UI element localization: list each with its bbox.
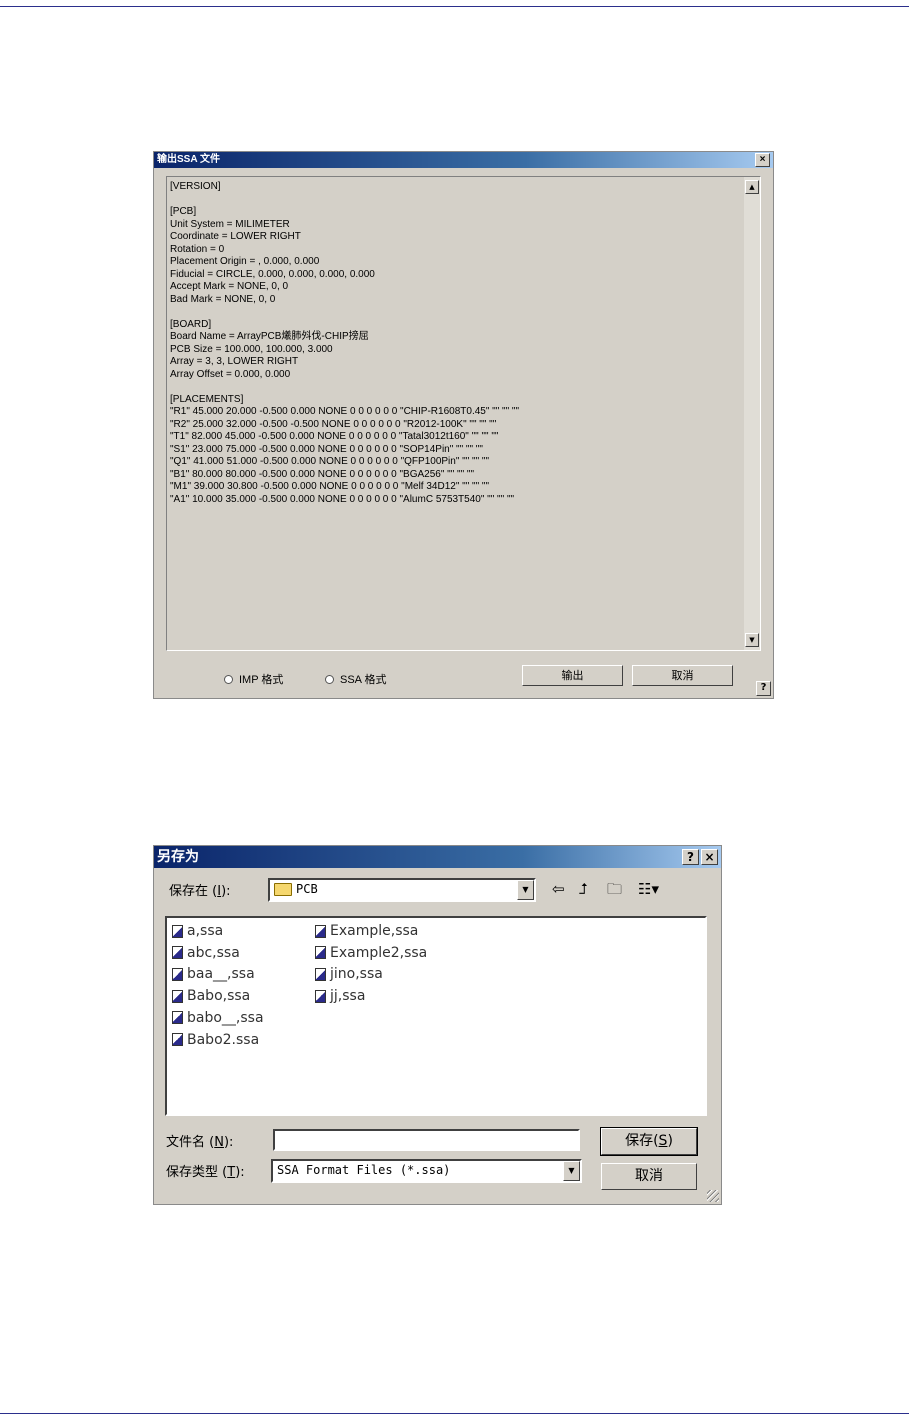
top-rule	[0, 6, 909, 7]
ssa-file-icon	[315, 989, 326, 1003]
file-item[interactable]: Babo,ssa	[172, 988, 250, 1004]
bottom-rule	[0, 1413, 909, 1414]
ssa-format-radio[interactable]: SSA 格式	[325, 671, 386, 687]
file-name: jino,ssa	[330, 966, 383, 983]
help-icon[interactable]: ?	[682, 849, 699, 865]
help-icon[interactable]: ?	[756, 681, 771, 696]
file-name: Babo2.ssa	[187, 1031, 260, 1048]
file-name: Babo,ssa	[187, 988, 251, 1005]
file-item[interactable]: Babo2.ssa	[172, 1032, 259, 1048]
file-item[interactable]: Example2,ssa	[315, 945, 427, 961]
filename-input[interactable]	[273, 1129, 580, 1151]
export-dialog-title: 输出SSA 文件	[157, 154, 220, 165]
file-name: Example2,ssa	[330, 944, 428, 961]
filename-label: 文件名 (N):	[166, 1135, 234, 1150]
output-button[interactable]: 输出	[522, 665, 623, 686]
save-dialog-titlebar: 另存为 ? ×	[154, 846, 721, 868]
file-item[interactable]: jino,ssa	[315, 966, 383, 982]
cancel-button[interactable]: 取消	[601, 1163, 697, 1190]
close-icon[interactable]: ×	[701, 849, 718, 865]
ssa-format-label: SSA 格式	[340, 674, 387, 686]
imp-format-label: IMP 格式	[239, 674, 284, 686]
cancel-button[interactable]: 取消	[632, 665, 733, 686]
radio-icon	[325, 674, 334, 684]
vertical-scrollbar[interactable]: ▲ ▼	[744, 177, 760, 650]
save-as-dialog: 另存为 ? × 保存在 (I): PCB ▼ ⇦ ⮥ 🗀 ☷▾ a,ssa abc…	[153, 845, 722, 1205]
file-name: baa__,ssa	[187, 966, 255, 983]
radio-icon	[224, 674, 233, 684]
resize-grip[interactable]	[707, 1190, 719, 1202]
filetype-select[interactable]: SSA Format Files (*.ssa) ▼	[271, 1159, 582, 1183]
ssa-preview-textarea[interactable]: [VERSION] [PCB] Unit System = MILIMETER …	[166, 176, 761, 651]
ssa-file-icon	[315, 946, 326, 960]
ssa-file-icon	[172, 967, 183, 981]
ssa-file-icon	[172, 924, 183, 938]
save-dialog-title: 另存为	[157, 849, 199, 865]
save-button[interactable]: 保存(S)	[600, 1127, 698, 1156]
file-item[interactable]: abc,ssa	[172, 945, 240, 961]
file-item[interactable]: baa__,ssa	[172, 966, 255, 982]
filetype-value: SSA Format Files (*.ssa)	[277, 1163, 451, 1177]
file-name: abc,ssa	[187, 944, 240, 961]
ssa-file-icon	[172, 1011, 183, 1025]
scroll-up-icon[interactable]: ▲	[745, 180, 759, 194]
save-in-select[interactable]: PCB ▼	[268, 878, 536, 902]
file-name: jj,ssa	[330, 988, 366, 1005]
filetype-label: 保存类型 (T):	[166, 1165, 245, 1180]
file-item[interactable]: a,ssa	[172, 923, 223, 939]
ssa-file-icon	[172, 989, 183, 1003]
export-dialog-titlebar: 输出SSA 文件 ×	[154, 152, 773, 168]
save-in-value: PCB	[296, 882, 318, 896]
file-list[interactable]: a,ssa abc,ssa baa__,ssa Babo,ssa babo__,ssa B…	[165, 916, 707, 1116]
export-ssa-dialog: 输出SSA 文件 × [VERSION] [PCB] Unit System =…	[153, 151, 774, 699]
file-item[interactable]: jj,ssa	[315, 988, 365, 1004]
ssa-file-icon	[172, 946, 183, 960]
close-icon[interactable]: ×	[755, 153, 770, 167]
ssa-file-icon	[315, 967, 326, 981]
ssa-preview-text: [VERSION] [PCB] Unit System = MILIMETER …	[170, 181, 520, 505]
back-arrow-icon[interactable]: ⇦	[552, 881, 565, 897]
up-folder-icon[interactable]: ⮥	[579, 881, 588, 897]
file-item[interactable]: babo__,ssa	[172, 1010, 264, 1026]
file-name: a,ssa	[187, 923, 224, 939]
save-in-label: 保存在 (I):	[169, 884, 231, 899]
ssa-file-icon	[315, 924, 326, 938]
file-item[interactable]: Example,ssa	[315, 923, 418, 939]
chevron-down-icon[interactable]: ▼	[517, 880, 534, 900]
scroll-down-icon[interactable]: ▼	[745, 633, 759, 647]
file-name: Example,ssa	[330, 923, 419, 939]
view-menu-icon[interactable]: ☷▾	[638, 881, 659, 897]
new-folder-icon[interactable]: 🗀	[607, 881, 622, 897]
imp-format-radio[interactable]: IMP 格式	[224, 671, 283, 687]
chevron-down-icon[interactable]: ▼	[563, 1161, 580, 1181]
file-name: babo__,ssa	[187, 1009, 264, 1026]
ssa-file-icon	[172, 1033, 183, 1046]
folder-icon	[274, 883, 292, 896]
